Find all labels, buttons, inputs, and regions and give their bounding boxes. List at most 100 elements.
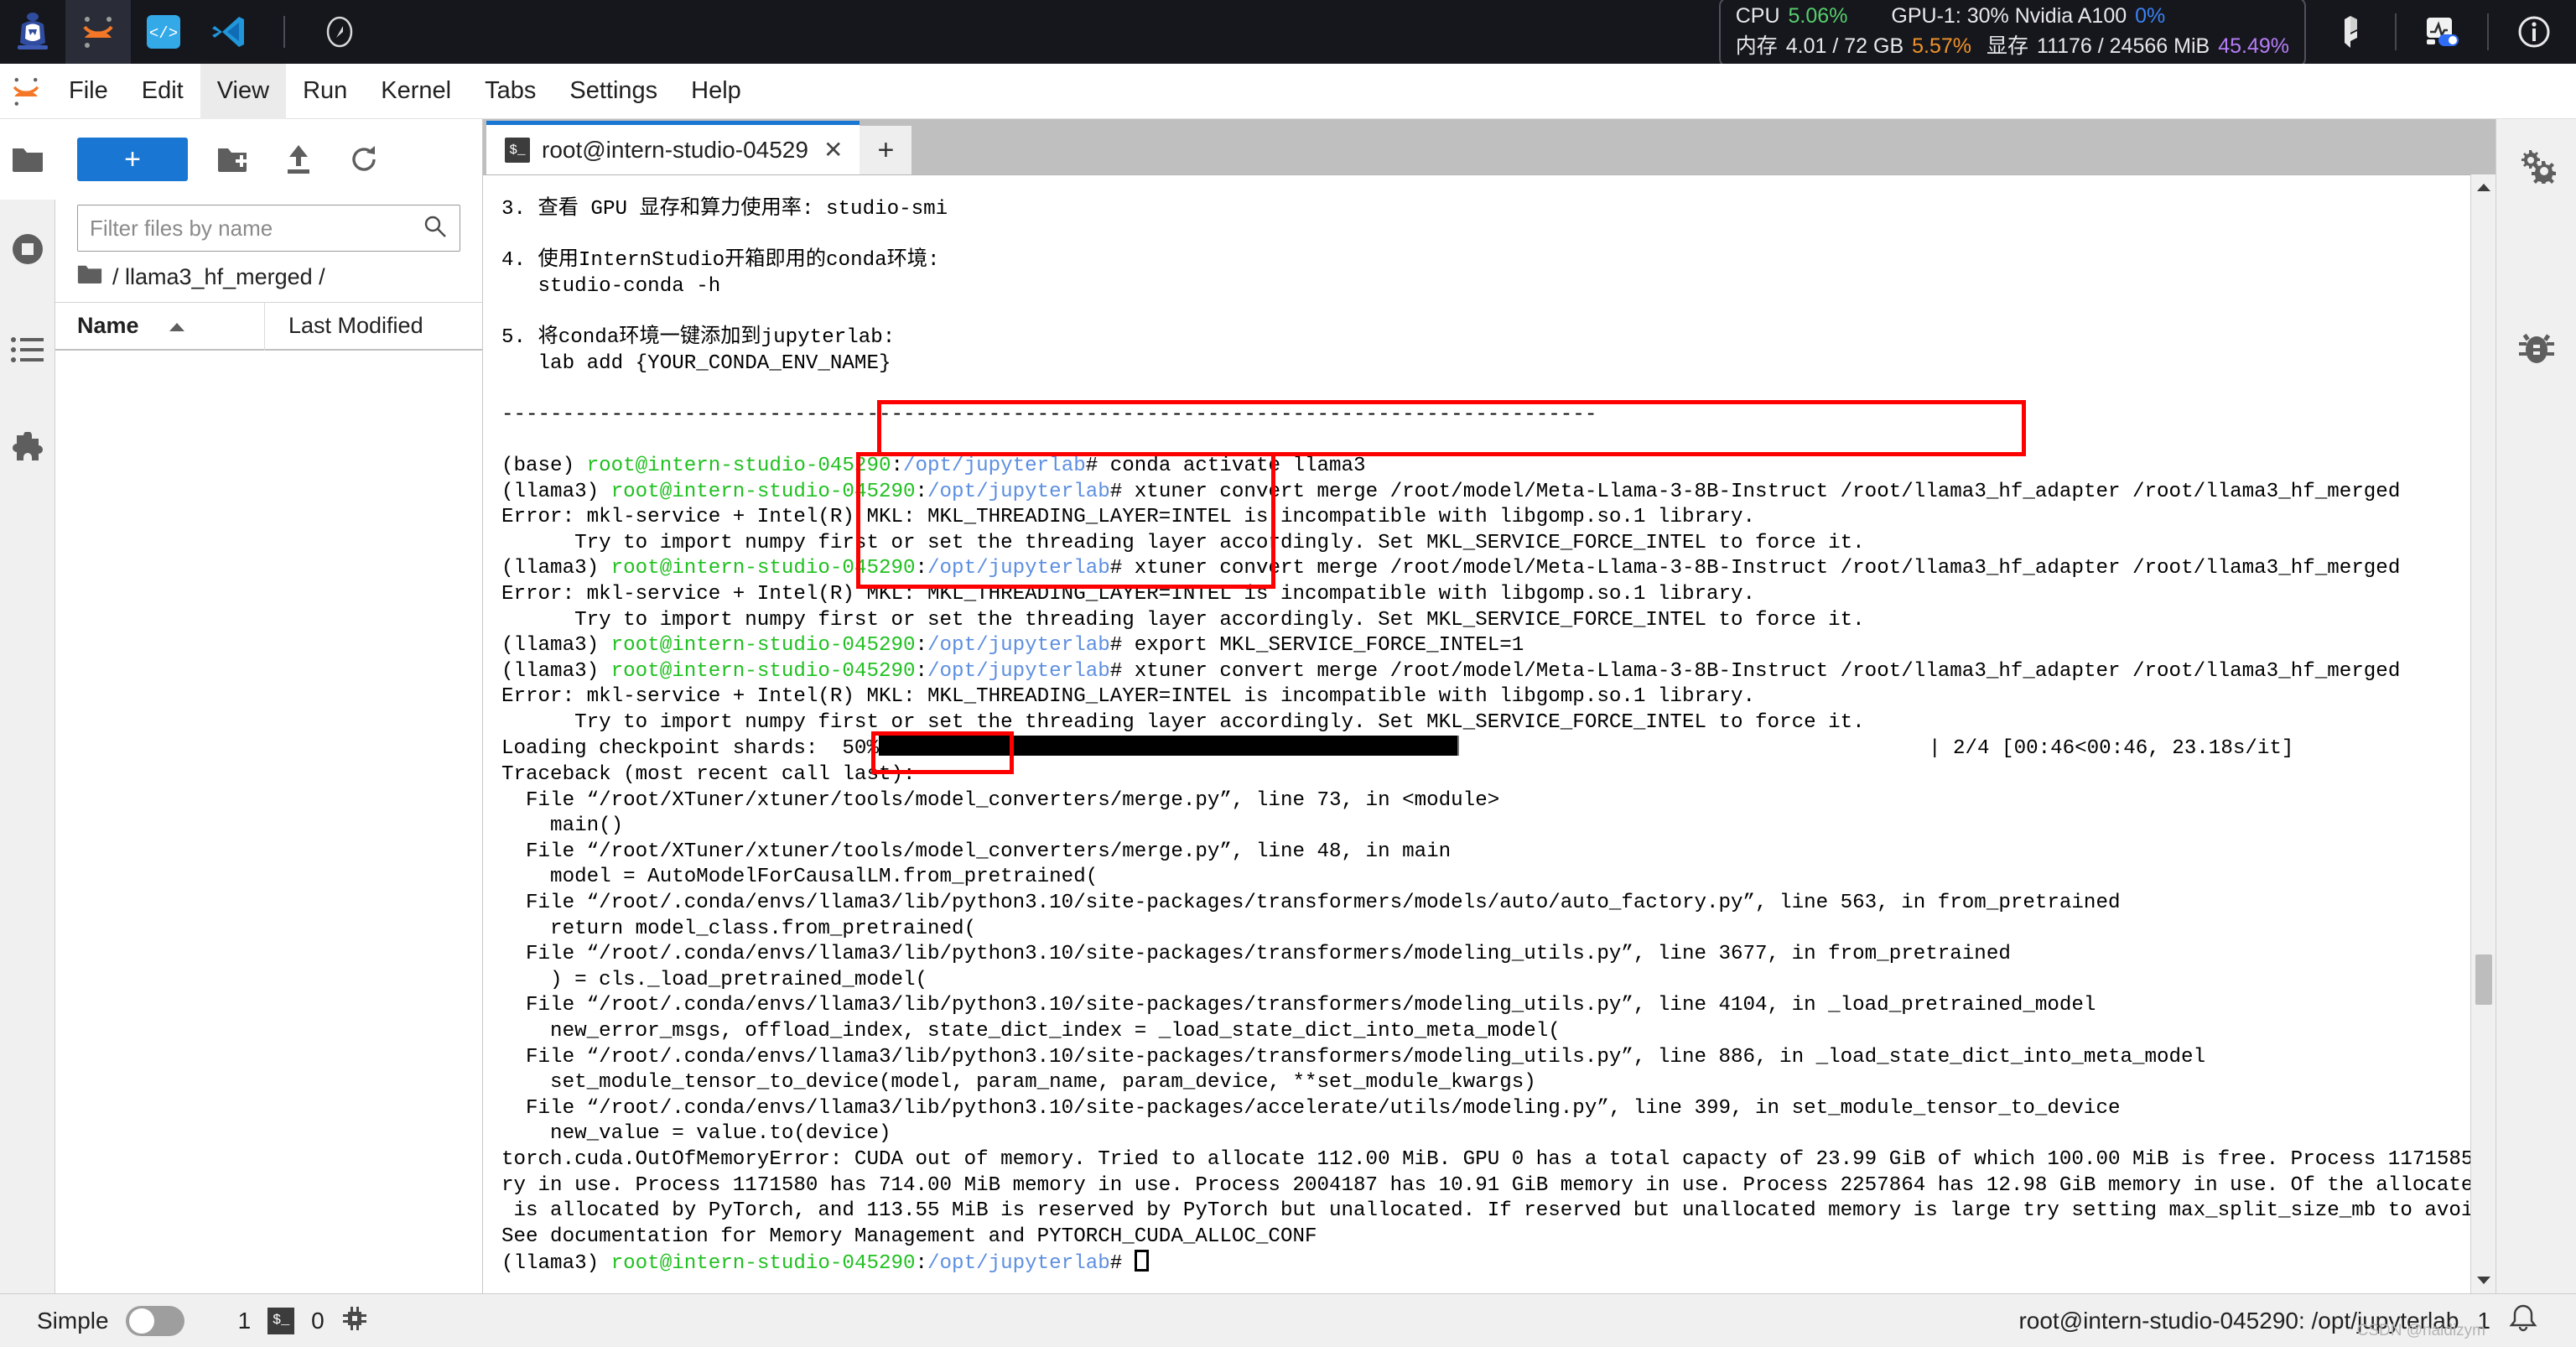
vscode-icon[interactable]: [196, 0, 262, 64]
search-input[interactable]: [90, 215, 423, 242]
simple-mode-toggle[interactable]: [125, 1305, 184, 1336]
menu-view[interactable]: View: [200, 63, 287, 119]
menu-run[interactable]: Run: [286, 64, 364, 119]
terminal-line: File “/root/.conda/envs/llama3/lib/pytho…: [501, 993, 2470, 1019]
terminal-text: File “/root/.conda/envs/llama3/lib/pytho…: [501, 1045, 2206, 1069]
terminal-text: File “/root/.conda/envs/llama3/lib/pytho…: [501, 994, 2096, 1017]
terminal-text: File “/root/.conda/envs/llama3/lib/pytho…: [501, 892, 2121, 915]
terminal-text: Error: mkl-service + Intel(R) MKL: MKL_T…: [501, 506, 1756, 529]
tab-terminal[interactable]: $_ root@intern-studio-04529 ✕: [486, 121, 860, 174]
terminal-path: /opt/jupyterlab: [903, 454, 1086, 477]
bug-icon: [2519, 333, 2554, 363]
sidebar-item-commands[interactable]: [0, 312, 55, 387]
terminal-line: See documentation for Memory Management …: [501, 1225, 2470, 1251]
terminal-line: (llama3) root@intern-studio-045290:/opt/…: [501, 659, 2470, 685]
terminal-text: ry in use. Process 1171580 has 714.00 Mi…: [501, 1173, 2496, 1197]
menu-help[interactable]: Help: [674, 64, 758, 119]
terminal-text: (base): [501, 454, 587, 477]
refresh-icon[interactable]: [344, 138, 384, 181]
terminal-line: (llama3) root@intern-studio-045290:/opt/…: [501, 633, 2470, 659]
compass-icon[interactable]: [307, 0, 372, 64]
terminal-line: File “/root/.conda/envs/llama3/lib/pytho…: [501, 942, 2470, 968]
menu-kernel[interactable]: Kernel: [364, 64, 468, 119]
status-bar-right: root@intern-studio-045290: /opt/jupyterl…: [2018, 1303, 2576, 1338]
scroll-up-icon[interactable]: [2471, 174, 2496, 200]
scrollbar-thumb[interactable]: [2475, 954, 2492, 1005]
terminal-text: 4. 使用InternStudio开箱即用的conda环境:: [501, 249, 940, 273]
terminal-line: return model_class.from_pretrained(: [501, 917, 2470, 943]
new-folder-icon[interactable]: [213, 138, 253, 181]
sidebar-item-property-inspector[interactable]: [2496, 119, 2576, 211]
bell-icon[interactable]: [2509, 1303, 2537, 1338]
terminal-scrollbar[interactable]: [2470, 174, 2496, 1293]
cpu-chip-icon: [341, 1305, 368, 1336]
terminal-text: studio-conda -h: [501, 274, 721, 298]
breadcrumb-path: / llama3_hf_merged /: [112, 263, 325, 289]
terminal-line: (base) root@intern-studio-045290:/opt/ju…: [501, 454, 2470, 480]
sidebar-item-file-browser[interactable]: [0, 119, 55, 200]
terminal-icon: $_: [267, 1307, 295, 1334]
sidebar-item-running[interactable]: [0, 211, 55, 287]
cpu-label: CPU: [1735, 3, 1780, 28]
new-launcher-button[interactable]: +: [77, 138, 188, 181]
close-icon[interactable]: ✕: [820, 136, 846, 164]
terminal-user-host: root@intern-studio-045290: [610, 557, 916, 580]
code-server-icon[interactable]: </>: [131, 0, 196, 64]
terminal-line: 3. 查看 GPU 显存和算力使用率: studio-smi: [501, 197, 2470, 223]
terminal-line: Loading checkpoint shards: 50% | 2/4 [00:…: [501, 736, 2470, 762]
terminal-line: Try to import numpy first or set the thr…: [501, 531, 2470, 557]
terminal-output[interactable]: 3. 查看 GPU 显存和算力使用率: studio-smi 4. 使用Inte…: [483, 175, 2496, 1293]
scroll-down-icon[interactable]: [2471, 1268, 2496, 1293]
menu-tabs[interactable]: Tabs: [468, 64, 553, 119]
topbar-icon-group: </>: [0, 0, 372, 64]
terminal-path: /opt/jupyterlab: [927, 1252, 1110, 1276]
terminal-text: set_module_tensor_to_device(model, param…: [501, 1071, 1536, 1095]
memory-value: 4.01 / 72 GB: [1785, 34, 1904, 58]
column-header-name[interactable]: Name: [55, 301, 265, 351]
file-filter-box[interactable]: [77, 205, 460, 252]
new-tab-button[interactable]: +: [860, 126, 912, 174]
sidebar-item-extensions[interactable]: [0, 413, 55, 488]
topbar-divider: [283, 16, 285, 48]
terminal-line: Error: mkl-service + Intel(R) MKL: MKL_T…: [501, 582, 2470, 608]
terminal-text: model = AutoModelForCausalLM.from_pretra…: [501, 866, 1098, 889]
monitoring-toggle-icon[interactable]: [2422, 13, 2462, 50]
terminal-line: File “/root/.conda/envs/llama3/lib/pytho…: [501, 891, 2470, 917]
terminal-path: /opt/jupyterlab: [927, 659, 1110, 683]
breadcrumb[interactable]: / llama3_hf_merged /: [55, 252, 482, 302]
main-dock-area: $_ root@intern-studio-04529 ✕ + 3. 查看 GP…: [483, 119, 2496, 1293]
terminal-user-host: root@intern-studio-045290: [610, 634, 916, 658]
intern-studio-logo-icon[interactable]: [0, 0, 65, 64]
terminal-viewport[interactable]: 3. 查看 GPU 显存和算力使用率: studio-smi 4. 使用Inte…: [483, 174, 2496, 1293]
terminal-line: ry in use. Process 1171580 has 714.00 Mi…: [501, 1173, 2485, 1199]
terminal-text: new_value = value.to(device): [501, 1122, 891, 1146]
info-icon[interactable]: [2514, 12, 2554, 52]
terminal-line: Try to import numpy first or set the thr…: [501, 608, 2470, 634]
terminal-user-host: root@intern-studio-045290: [610, 1252, 916, 1276]
terminal-line: is allocated by PyTorch, and 113.55 MiB …: [501, 1199, 2485, 1225]
terminal-line: File “/root/XTuner/xtuner/tools/model_co…: [501, 788, 2470, 814]
menu-file[interactable]: File: [52, 64, 125, 119]
menu-edit[interactable]: Edit: [125, 64, 200, 119]
jupyter-icon[interactable]: [65, 0, 131, 64]
terminal-text: # xtuner convert merge /root/model/Meta-…: [1109, 659, 2401, 683]
upload-icon[interactable]: [278, 138, 319, 181]
watermark: CSDN @naidizym: [2356, 1322, 2485, 1339]
tensorboard-icon[interactable]: [2331, 13, 2370, 51]
terminal-line: 4. 使用InternStudio开箱即用的conda环境:: [501, 248, 2470, 274]
sidebar-item-debugger[interactable]: [2496, 304, 2576, 396]
file-list-header: Name Last Modified: [55, 301, 482, 351]
simple-mode-label: Simple: [37, 1307, 109, 1334]
system-monitor[interactable]: CPU 5.06% GPU-1: 30% Nvidia A100 0% 内存 4…: [1718, 0, 2306, 67]
menu-settings[interactable]: Settings: [553, 64, 674, 119]
terminal-text: Loading checkpoint shards: 50%: [501, 737, 879, 761]
gpu-label: GPU-1: 30% Nvidia A100: [1891, 3, 2127, 28]
terminal-text: File “/root/XTuner/xtuner/tools/model_co…: [501, 788, 1500, 812]
column-header-last-modified[interactable]: Last Modified: [265, 313, 482, 339]
terminal-text: Try to import numpy first or set the thr…: [501, 608, 1865, 632]
terminal-line: Try to import numpy first or set the thr…: [501, 710, 2470, 736]
vram-label: 显存: [1987, 34, 2029, 58]
